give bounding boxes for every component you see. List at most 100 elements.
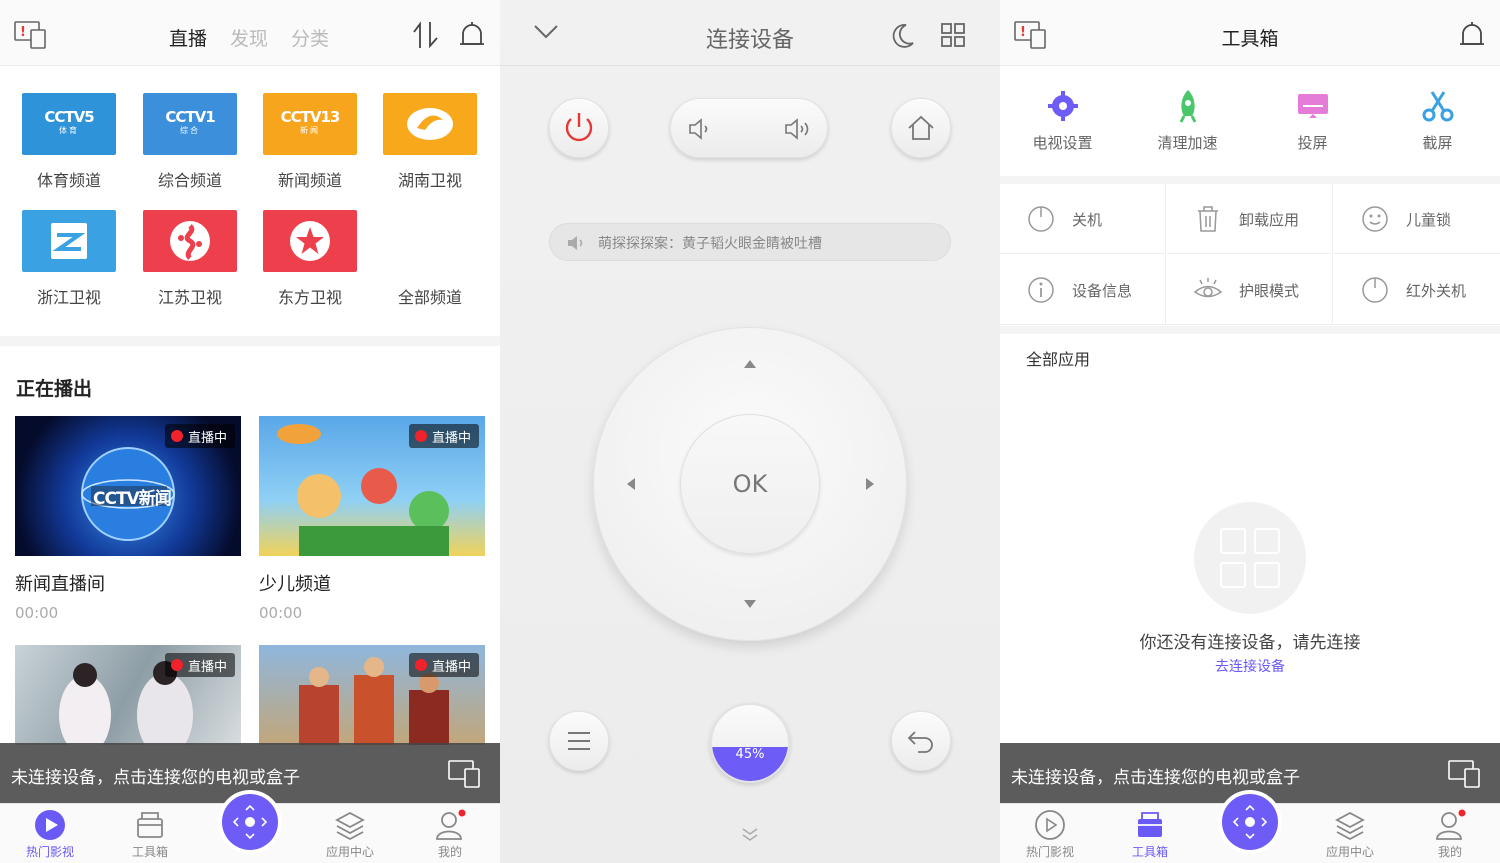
nav-hot-videos[interactable]: 热门影视 bbox=[0, 804, 100, 860]
volume-down-icon[interactable] bbox=[687, 117, 713, 141]
nav-label: 工具箱 bbox=[1131, 845, 1168, 859]
volume-control[interactable] bbox=[670, 98, 828, 158]
volume-up-icon[interactable] bbox=[783, 117, 813, 141]
channel-dongfang[interactable]: 东方卫视 bbox=[263, 210, 357, 308]
channel-sports[interactable]: CCTV5 体育 体育频道 bbox=[22, 93, 116, 191]
banner-text: 未连接设备，点击连接您的电视或盒子 bbox=[11, 768, 300, 788]
tool-label: 投屏 bbox=[1297, 134, 1328, 152]
remote-control-button[interactable] bbox=[222, 794, 278, 850]
device-connect-icon[interactable] bbox=[1448, 759, 1482, 789]
channel-general[interactable]: CCTV1 综合 综合频道 bbox=[143, 93, 237, 191]
tool-clean-speed[interactable]: 清理加速 bbox=[1125, 88, 1250, 153]
tab-category[interactable]: 分类 bbox=[291, 24, 329, 51]
toolbox-title: 工具箱 bbox=[1221, 28, 1279, 50]
tab-live[interactable]: 直播 bbox=[169, 24, 207, 51]
program-card[interactable]: 直播中 bbox=[15, 645, 241, 745]
back-icon bbox=[907, 731, 933, 753]
ok-button[interactable]: OK bbox=[680, 414, 820, 554]
rocket-icon bbox=[1170, 88, 1206, 124]
tool-label: 截屏 bbox=[1422, 134, 1453, 152]
eye-icon bbox=[1193, 275, 1223, 309]
nav-toolbox[interactable]: 工具箱 bbox=[1100, 804, 1200, 860]
play-icon bbox=[1034, 809, 1066, 841]
tool-screenshot[interactable]: 截屏 bbox=[1375, 88, 1500, 153]
bell-icon[interactable] bbox=[459, 20, 485, 50]
bottom-nav: 热门影视 工具箱 应用中心 我的 bbox=[1000, 794, 1500, 863]
channel-news[interactable]: CCTV13 新闻 新闻频道 bbox=[263, 93, 357, 191]
connect-device-link[interactable]: 去连接设备 bbox=[1000, 656, 1500, 676]
banner-text: 未连接设备，点击连接您的电视或盒子 bbox=[1011, 768, 1300, 788]
speaker-icon bbox=[566, 234, 586, 252]
program-card[interactable]: 直播中 bbox=[259, 645, 485, 745]
nav-toolbox[interactable]: 工具箱 bbox=[100, 804, 200, 860]
grid-label: 护眼模式 bbox=[1239, 282, 1300, 300]
toolbox-panel: ! 工具箱 电视设置 清理加速 投屏 截屏 关机 卸载应用 儿童锁 设备信息 护… bbox=[1000, 0, 1500, 863]
live-badge-text: 直播中 bbox=[431, 430, 471, 446]
arrow-down-icon[interactable] bbox=[744, 600, 756, 608]
power-icon bbox=[1026, 204, 1056, 238]
channel-label: 江苏卫视 bbox=[157, 288, 222, 307]
section-divider bbox=[1000, 176, 1500, 184]
remote-title: 连接设备 bbox=[705, 28, 794, 53]
arrow-up-icon[interactable] bbox=[744, 360, 756, 368]
grid-uninstall[interactable]: 卸载应用 bbox=[1167, 184, 1333, 254]
grid-eye-care[interactable]: 护眼模式 bbox=[1167, 255, 1333, 325]
dpad-icon bbox=[1232, 804, 1268, 840]
menu-icon bbox=[568, 732, 590, 750]
device-alert-icon[interactable]: ! bbox=[14, 20, 48, 50]
nav-app-center[interactable]: 应用中心 bbox=[1300, 804, 1400, 860]
channel-jiangsu[interactable]: 江苏卫视 bbox=[143, 210, 237, 308]
layers-icon bbox=[1334, 809, 1366, 841]
remote-control-button[interactable] bbox=[1222, 794, 1278, 850]
channel-all[interactable]: 全部频道 bbox=[383, 210, 477, 308]
nav-label: 我的 bbox=[437, 845, 462, 859]
cctv5-logo-sub: 体育 bbox=[58, 126, 79, 135]
gear-icon bbox=[1045, 88, 1081, 124]
live-badge: 直播中 bbox=[164, 424, 235, 448]
channel-zhejiang[interactable]: 浙江卫视 bbox=[22, 210, 116, 308]
moon-icon[interactable] bbox=[888, 22, 916, 50]
grid-child-lock[interactable]: 儿童锁 bbox=[1334, 184, 1500, 254]
top-bar: ! 工具箱 bbox=[1000, 0, 1500, 66]
dpad: OK bbox=[593, 327, 907, 641]
arrow-right-icon[interactable] bbox=[866, 478, 874, 490]
home-button[interactable] bbox=[891, 98, 951, 158]
tab-discover[interactable]: 发现 bbox=[230, 24, 268, 51]
dongfang-logo-icon bbox=[263, 210, 357, 272]
channel-hunan[interactable]: 湖南卫视 bbox=[383, 93, 477, 191]
tool-label: 电视设置 bbox=[1032, 134, 1093, 152]
program-card[interactable]: CCTV新闻 直播中 新闻直播间 00:00 bbox=[15, 416, 241, 622]
remote-panel: 连接设备 萌探探探案：黄子韬火眼金睛被吐槽 OK 45% bbox=[500, 0, 1000, 863]
nav-app-center[interactable]: 应用中心 bbox=[300, 804, 400, 860]
cctv13-logo: CCTV13 新闻 bbox=[263, 93, 357, 155]
sort-icon[interactable] bbox=[412, 20, 440, 50]
program-card[interactable]: 直播中 少儿频道 00:00 bbox=[259, 416, 485, 622]
empty-state-text: 你还没有连接设备，请先连接 bbox=[1139, 633, 1361, 653]
hunan-logo-icon bbox=[383, 93, 477, 155]
dpad-icon bbox=[232, 804, 268, 840]
all-apps-title: 全部应用 bbox=[1026, 350, 1091, 369]
grid-icon[interactable] bbox=[940, 22, 966, 48]
bell-icon[interactable] bbox=[1459, 20, 1485, 50]
grid-shutdown[interactable]: 关机 bbox=[1000, 184, 1166, 254]
tool-cast-screen[interactable]: 投屏 bbox=[1250, 88, 1375, 153]
double-chevron-down-icon[interactable] bbox=[740, 826, 760, 842]
nav-mine[interactable]: 我的 bbox=[400, 804, 500, 860]
menu-button[interactable] bbox=[549, 711, 609, 771]
drama-thumbnail: 直播中 bbox=[15, 645, 241, 745]
nav-hot-videos[interactable]: 热门影视 bbox=[1000, 804, 1100, 860]
power-button[interactable] bbox=[549, 98, 609, 158]
nav-mine[interactable]: 我的 bbox=[1400, 804, 1500, 860]
user-icon bbox=[434, 809, 466, 841]
device-connect-icon[interactable] bbox=[448, 759, 482, 789]
grid-ir-shutdown[interactable]: 红外关机 bbox=[1334, 255, 1500, 325]
grid-device-info[interactable]: 设备信息 bbox=[1000, 255, 1166, 325]
arrow-left-icon[interactable] bbox=[627, 478, 635, 490]
grid-label: 关机 bbox=[1072, 211, 1103, 229]
channel-label: 浙江卫视 bbox=[36, 288, 101, 307]
news-logo-text: CCTV新闻 bbox=[93, 489, 172, 509]
channel-label: 全部频道 bbox=[397, 288, 462, 307]
back-button[interactable] bbox=[891, 711, 951, 771]
volume-gauge[interactable]: 45% bbox=[710, 703, 790, 783]
tool-tv-settings[interactable]: 电视设置 bbox=[1000, 88, 1125, 153]
